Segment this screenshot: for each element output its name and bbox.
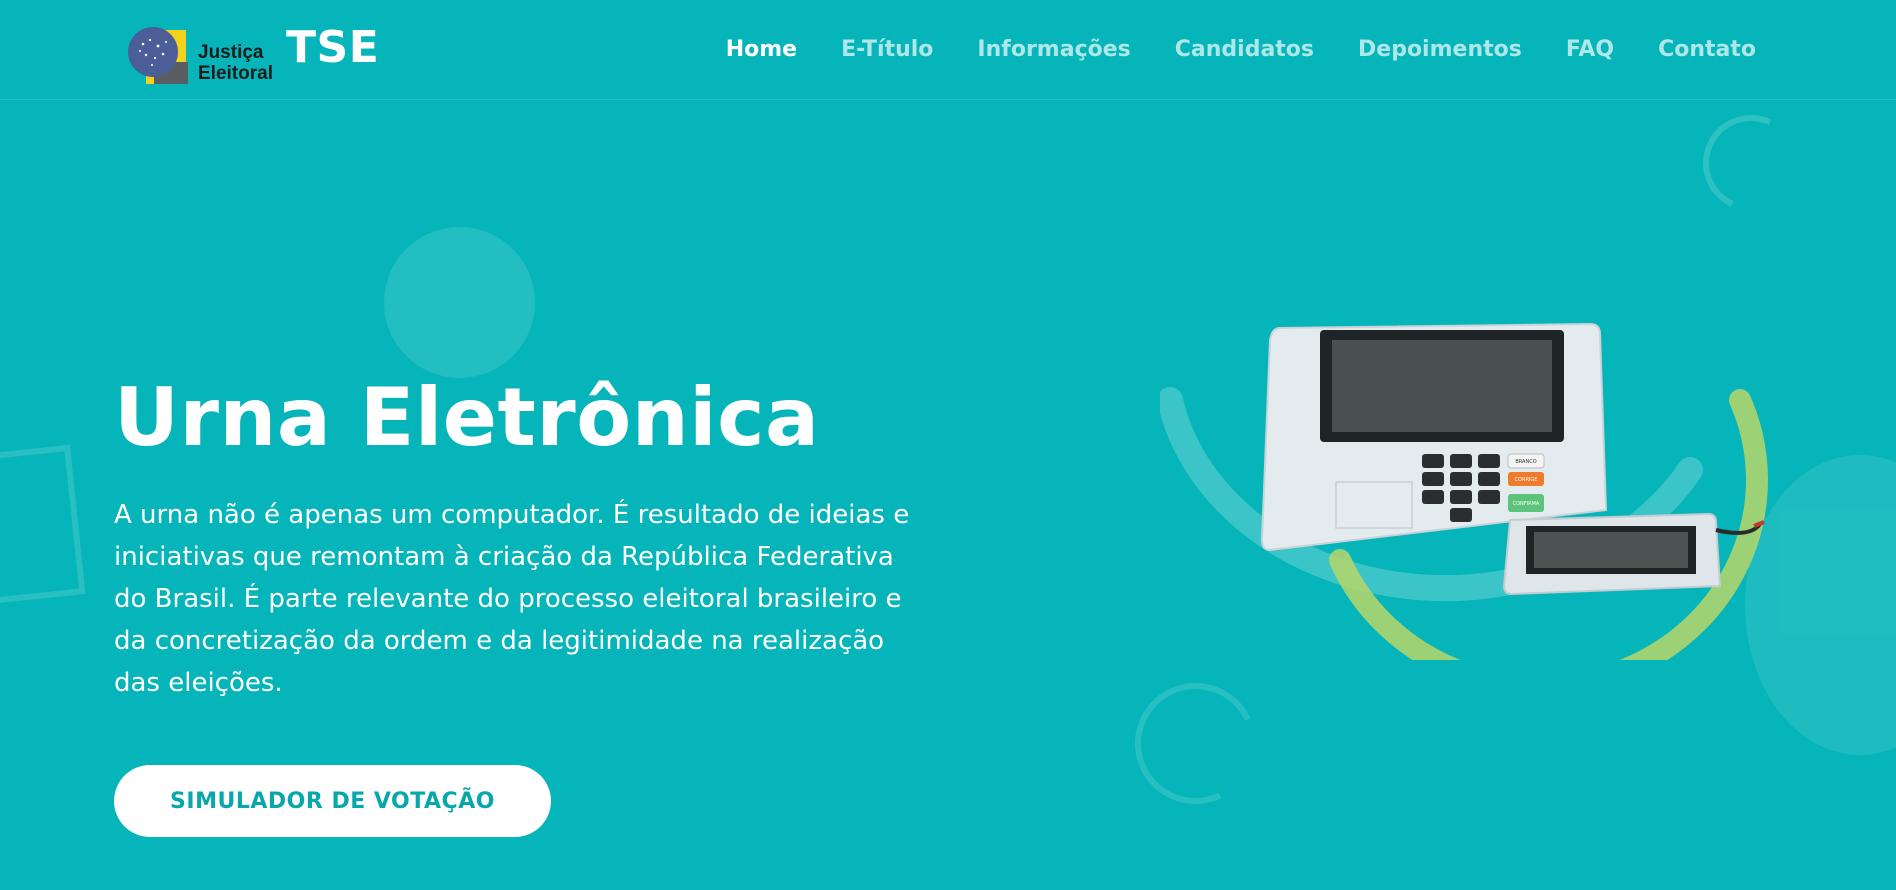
keypad-label: BRANCO [1515,459,1536,465]
site-header: Justiça Eleitoral TSE Home E-Título Info… [0,0,1896,100]
justica-eleitoral-emblem-icon [128,27,188,84]
decorative-circle [384,227,535,378]
logo-text: Justiça Eleitoral [198,42,273,84]
justica-eleitoral-logo[interactable]: Justiça Eleitoral [126,20,286,90]
nav-item-home[interactable]: Home [726,34,797,66]
keypad-label: CONFIRMA [1513,501,1540,507]
page: Justiça Eleitoral TSE Home E-Título Info… [0,0,1896,890]
nav-item-e-titulo[interactable]: E-Título [841,34,933,66]
logo-line2: Eleitoral [198,63,273,84]
nav-item-informacoes[interactable]: Informações [977,34,1130,66]
decorative-arc [1689,101,1813,225]
voting-simulator-button[interactable]: SIMULADOR DE VOTAÇÃO [114,765,551,837]
keypad-label: CORRIGE [1515,477,1538,483]
hero-description: A urna não é apenas um computador. É res… [114,500,910,698]
electronic-voting-machine-image: BRANCO CORRIGE CONFIRMA [1160,322,1768,660]
decorative-arc [1117,665,1274,822]
main-nav: Home E-Título Informações Candidatos Dep… [682,34,1756,66]
hero-title: Urna Eletrônica [114,371,820,464]
decorative-square-outline [0,444,86,606]
nav-item-depoimentos[interactable]: Depoimentos [1358,34,1522,66]
logo-line1: Justiça [198,42,264,63]
brand-name[interactable]: TSE [286,22,379,74]
nav-item-contato[interactable]: Contato [1658,34,1756,66]
nav-item-candidatos[interactable]: Candidatos [1175,34,1314,66]
nav-item-faq[interactable]: FAQ [1566,34,1614,66]
